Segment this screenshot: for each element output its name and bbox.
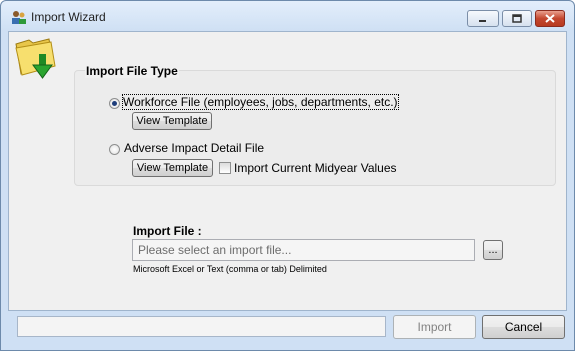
people-app-icon xyxy=(12,11,26,24)
browse-file-button[interactable]: ... xyxy=(483,240,503,260)
adverse-impact-radio[interactable] xyxy=(109,144,120,155)
minimize-button[interactable] xyxy=(467,10,499,27)
view-template-workforce-button[interactable]: View Template xyxy=(132,112,212,130)
import-button[interactable]: Import xyxy=(393,315,476,339)
cancel-button[interactable]: Cancel xyxy=(482,315,565,339)
import-file-input[interactable]: Please select an import file... xyxy=(132,239,475,261)
workforce-file-radio[interactable] xyxy=(109,98,120,109)
minimize-icon xyxy=(479,19,486,22)
workforce-file-label[interactable]: Workforce File (employees, jobs, departm… xyxy=(122,94,399,110)
close-window-button[interactable] xyxy=(535,10,565,27)
adverse-impact-label[interactable]: Adverse Impact Detail File xyxy=(124,141,264,155)
window-title: Import Wizard xyxy=(31,10,106,24)
status-bar xyxy=(17,316,386,337)
import-midyear-label[interactable]: Import Current Midyear Values xyxy=(234,161,397,175)
wizard-body: Import File Type Workforce File (employe… xyxy=(8,31,567,311)
view-template-adverse-button[interactable]: View Template xyxy=(132,159,213,177)
import-file-label: Import File : xyxy=(133,224,202,238)
close-icon xyxy=(545,14,555,23)
import-file-type-title: Import File Type xyxy=(85,64,179,78)
import-file-hint: Microsoft Excel or Text (comma or tab) D… xyxy=(133,264,327,274)
folder-import-icon xyxy=(15,38,56,79)
maximize-icon xyxy=(512,14,522,23)
title-bar[interactable]: Import Wizard xyxy=(1,1,574,31)
import-midyear-checkbox[interactable] xyxy=(219,162,231,174)
import-wizard-window: Import Wizard Import File Type Workforce… xyxy=(0,0,575,351)
maximize-button[interactable] xyxy=(502,10,532,27)
